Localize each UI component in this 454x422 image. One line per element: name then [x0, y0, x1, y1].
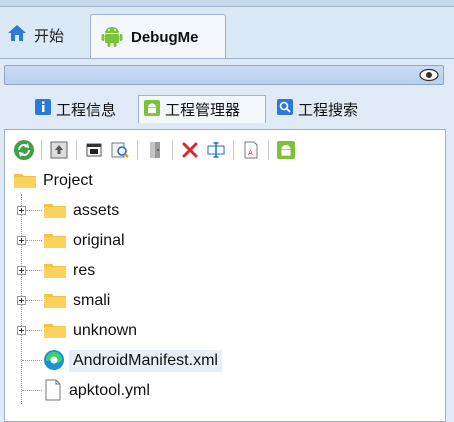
- tree-branch-line: [26, 210, 42, 211]
- door-icon[interactable]: [143, 138, 167, 162]
- tree-node-label: apktool.yml: [69, 382, 150, 399]
- rename-icon[interactable]: [204, 138, 228, 162]
- tree-node-label: assets: [73, 202, 120, 219]
- window-icon[interactable]: [82, 138, 106, 162]
- document-tab-bar: 开始 DebugMe: [0, 6, 454, 60]
- tree-branch-line: [22, 360, 42, 361]
- tree-node-label: smali: [73, 292, 111, 309]
- folder-icon: [43, 261, 67, 282]
- folder-icon: [43, 291, 67, 312]
- tree-branch-line: [26, 300, 42, 301]
- tree-node-label: Project: [43, 172, 93, 189]
- toolbar-separator: [41, 140, 42, 160]
- tree-node-root[interactable]: Project: [13, 166, 93, 196]
- tree-node[interactable]: smali: [5, 286, 305, 316]
- tree-node[interactable]: assets: [5, 196, 305, 226]
- tree-node[interactable]: unknown: [5, 316, 305, 346]
- delete-icon[interactable]: [178, 138, 202, 162]
- android-icon: [101, 24, 123, 52]
- toolbar-separator: [76, 140, 77, 160]
- tree-node[interactable]: apktool.yml: [5, 376, 305, 406]
- search-icon: [276, 98, 294, 120]
- toolbar-separator: [137, 140, 138, 160]
- tab-project-manager[interactable]: 工程管理器: [138, 95, 266, 123]
- expand-icon[interactable]: [17, 236, 26, 245]
- sub-tab-bar: 工程信息 工程管理器 工程搜索: [0, 91, 454, 125]
- tab-project-info-label: 工程信息: [56, 101, 117, 119]
- tree-branch-line: [26, 270, 42, 271]
- tab-debugme[interactable]: DebugMe: [90, 14, 226, 60]
- file-icon: [43, 379, 63, 404]
- tree-node-label: AndroidManifest.xml: [69, 350, 222, 372]
- folder-icon: [13, 171, 37, 192]
- expand-icon[interactable]: [17, 296, 26, 305]
- expand-icon[interactable]: [17, 206, 26, 215]
- project-explorer: A Project assets original res smali unkn…: [4, 129, 446, 422]
- home-icon: [6, 23, 28, 47]
- upload-icon[interactable]: [47, 138, 71, 162]
- android-icon[interactable]: [274, 138, 298, 162]
- tab-start[interactable]: 开始: [2, 20, 72, 50]
- toolbar-separator: [233, 140, 234, 160]
- info-icon: [34, 98, 52, 120]
- eye-icon[interactable]: [419, 68, 439, 82]
- toolbar: A: [11, 136, 299, 164]
- tab-project-info[interactable]: 工程信息: [30, 95, 120, 123]
- svg-text:A: A: [248, 149, 253, 157]
- find-file-icon[interactable]: [108, 138, 132, 162]
- android-icon: [143, 99, 161, 121]
- expand-icon[interactable]: [17, 266, 26, 275]
- tree-node[interactable]: original: [5, 226, 305, 256]
- project-panel: 工程信息 工程管理器 工程搜索 A Project assets origina…: [0, 58, 454, 422]
- tab-project-search-label: 工程搜索: [298, 101, 359, 119]
- tree-node-selected[interactable]: AndroidManifest.xml: [5, 346, 305, 376]
- tab-start-label: 开始: [34, 27, 65, 45]
- refresh-icon[interactable]: [12, 138, 36, 162]
- tree-branch-line: [22, 390, 42, 391]
- tree-node-label: res: [73, 262, 96, 279]
- tree-branch-line: [26, 240, 42, 241]
- text-file-icon[interactable]: A: [239, 138, 263, 162]
- folder-icon: [43, 201, 67, 222]
- tab-project-search[interactable]: 工程搜索: [272, 95, 362, 123]
- folder-icon: [43, 321, 67, 342]
- tab-project-manager-label: 工程管理器: [165, 102, 241, 119]
- search-bar[interactable]: [4, 65, 444, 85]
- edge-icon: [43, 349, 65, 374]
- toolbar-separator: [172, 140, 173, 160]
- folder-icon: [43, 231, 67, 252]
- tab-debugme-label: DebugMe: [131, 29, 199, 46]
- tree-node-label: original: [73, 232, 125, 249]
- tree-node-label: unknown: [73, 322, 138, 339]
- toolbar-separator: [268, 140, 269, 160]
- expand-icon[interactable]: [17, 326, 26, 335]
- tree-node[interactable]: res: [5, 256, 305, 286]
- tree-branch-line: [26, 330, 42, 331]
